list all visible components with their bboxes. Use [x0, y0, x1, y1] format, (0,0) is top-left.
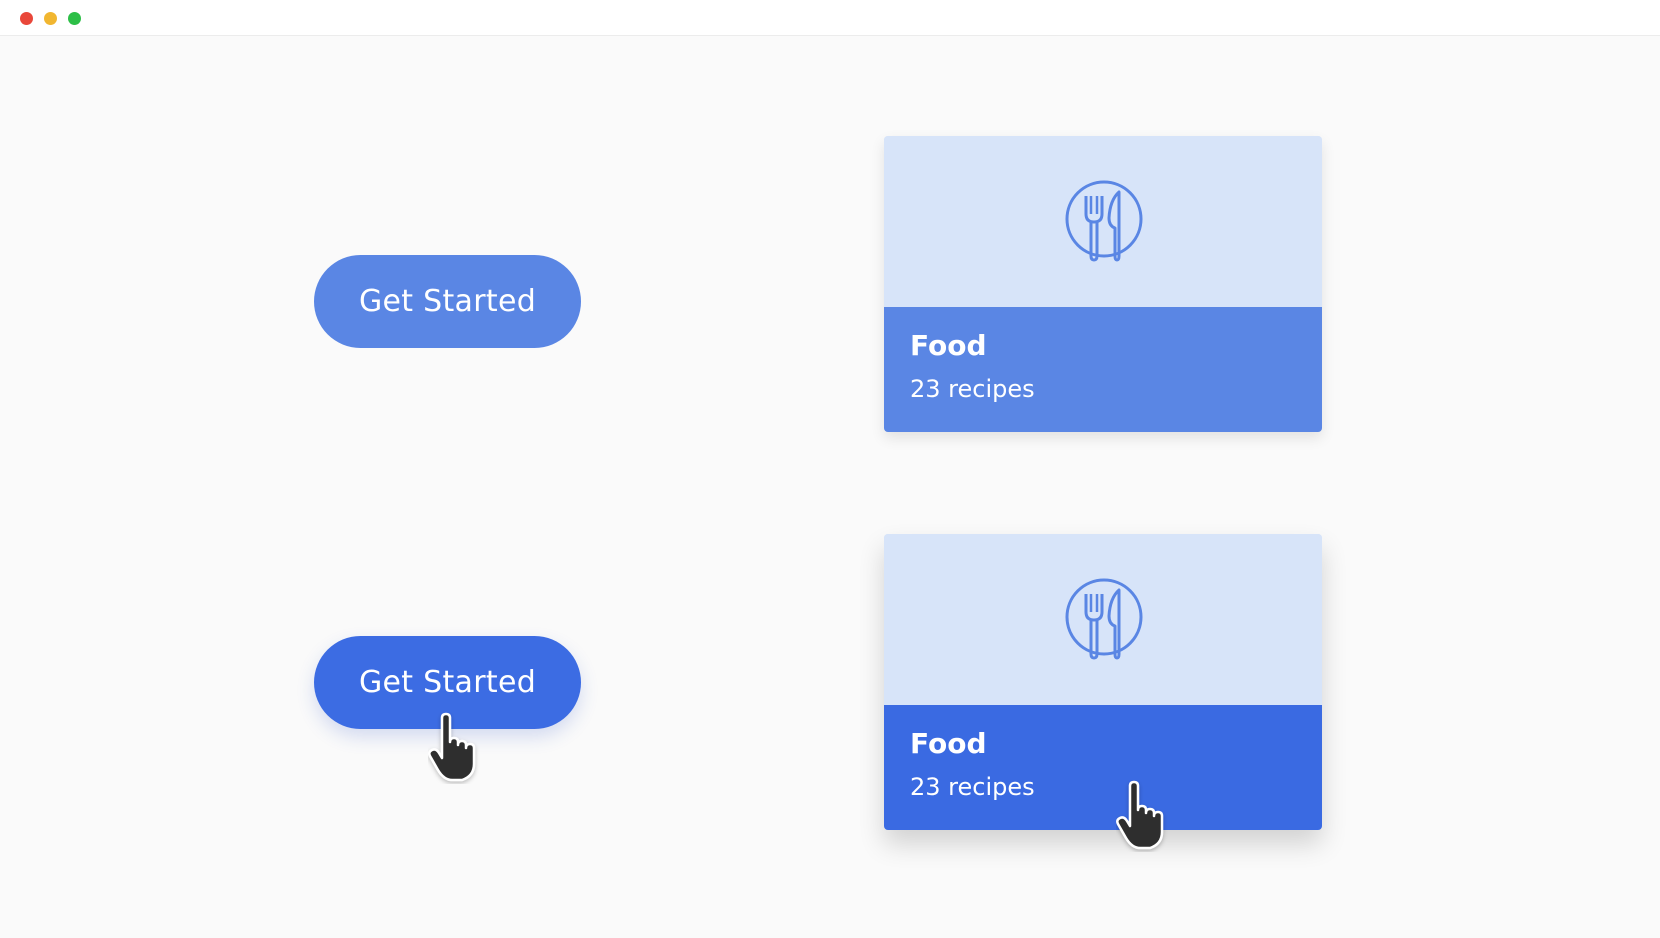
card-image-area [884, 534, 1322, 705]
get-started-button-normal[interactable]: Get Started [314, 255, 581, 348]
fork-knife-plate-icon [1065, 578, 1143, 660]
food-card-normal[interactable]: Food 23 recipes [884, 136, 1322, 432]
app-window: Get Started Get Started Food 23 recipes [0, 0, 1660, 938]
food-card-hover[interactable]: Food 23 recipes [884, 534, 1322, 830]
minimize-window-button[interactable] [44, 12, 57, 25]
card-caption: Food 23 recipes [884, 307, 1322, 432]
close-window-button[interactable] [20, 12, 33, 25]
get-started-button-hover[interactable]: Get Started [314, 636, 581, 729]
fork-knife-plate-icon [1065, 180, 1143, 262]
window-titlebar [0, 0, 1660, 36]
card-subtitle: 23 recipes [910, 375, 1035, 403]
maximize-window-button[interactable] [68, 12, 81, 25]
card-subtitle: 23 recipes [910, 773, 1035, 801]
card-caption: Food 23 recipes [884, 705, 1322, 830]
card-image-area [884, 136, 1322, 307]
card-title: Food [910, 329, 987, 362]
card-title: Food [910, 727, 987, 760]
